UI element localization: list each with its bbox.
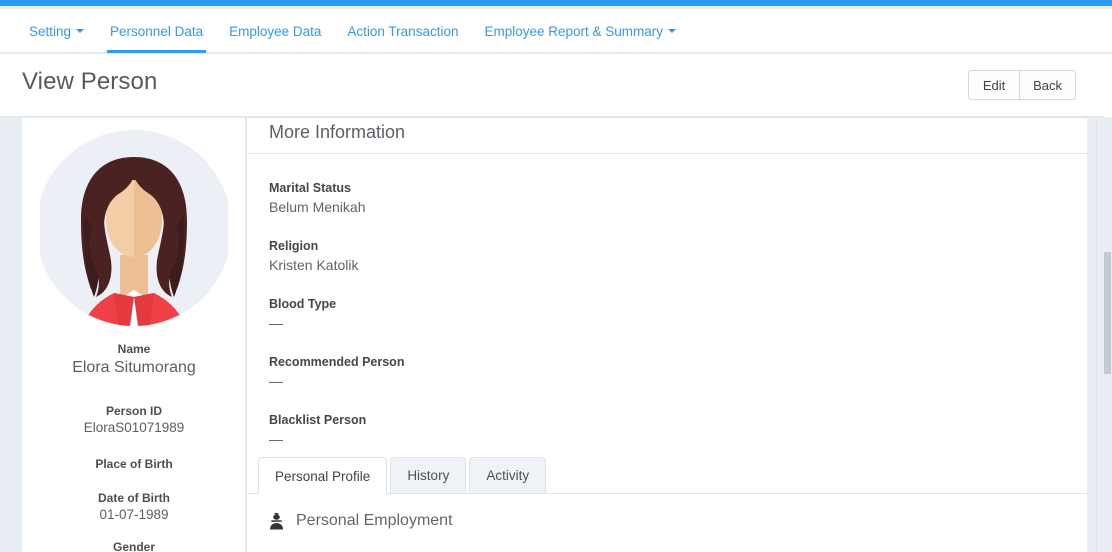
scrollbar-thumb[interactable] <box>1104 252 1111 374</box>
info-value: Belum Menikah <box>269 199 366 215</box>
profile-sidebar: Name Elora Situmorang Person ID EloraS01… <box>22 118 246 552</box>
chevron-down-icon <box>668 29 677 33</box>
chevron-down-icon <box>76 29 85 33</box>
personal-employment-section: Personal Employment <box>247 506 1087 536</box>
app-root: Setting Personnel Data Employee Data Act… <box>0 0 1112 552</box>
page-title: View Person <box>22 68 158 95</box>
info-field-religion: Religion Kristen Katolik <box>269 238 1087 274</box>
female-avatar-illustration-icon <box>40 130 228 326</box>
person-bust-icon <box>270 512 283 529</box>
header-right-filler <box>1104 54 1112 117</box>
info-field-marital-status: Marital Status Belum Menikah <box>269 180 1087 216</box>
tab-personal-profile[interactable]: Personal Profile <box>258 457 388 494</box>
section-title: Personal Employment <box>296 512 453 529</box>
vertical-scrollbar[interactable] <box>1096 117 1112 552</box>
nav-item-setting[interactable]: Setting <box>16 9 97 53</box>
nav-item-label: Setting <box>29 23 72 39</box>
profile-field-date-of-birth: Date of Birth 01-07-1989 <box>22 491 245 524</box>
info-value: Kristen Katolik <box>269 257 359 273</box>
nav-item-label: Action Transaction <box>347 23 459 39</box>
edit-button[interactable]: Edit <box>968 70 1021 100</box>
info-label: Blood Type <box>269 297 337 311</box>
field-label: Person ID <box>105 404 162 418</box>
nav-item-action-transaction[interactable]: Action Transaction <box>334 9 471 53</box>
nav-item-label: Employee Report & Summary <box>484 23 664 39</box>
navbar-items: Setting Personnel Data Employee Data Act… <box>0 9 1112 53</box>
nav-item-label: Personnel Data <box>110 23 204 39</box>
section-title-row: Personal Employment <box>247 506 1087 536</box>
page-header: View Person Edit Back <box>0 54 1104 117</box>
info-field-blood-type: Blood Type — <box>269 296 1087 332</box>
main-navbar: Setting Personnel Data Employee Data Act… <box>0 9 1112 53</box>
info-value: — <box>269 373 283 389</box>
field-label: Date of Birth <box>98 491 170 505</box>
tab-activity[interactable]: Activity <box>469 457 547 493</box>
field-value: EloraS01071989 <box>83 420 185 435</box>
nav-item-employee-data[interactable]: Employee Data <box>216 9 334 53</box>
info-field-blacklist-person: Blacklist Person — <box>269 412 1087 448</box>
back-button[interactable]: Back <box>1020 70 1076 100</box>
profile-field-place-of-birth: Place of Birth <box>22 457 245 472</box>
tab-history[interactable]: History <box>390 457 467 493</box>
nav-item-personnel-data[interactable]: Personnel Data <box>97 9 216 53</box>
field-label: Place of Birth <box>95 457 173 471</box>
profile-field-gender: Gender <box>22 540 245 552</box>
info-label: Blacklist Person <box>269 413 367 427</box>
info-field-recommended-person: Recommended Person — <box>269 354 1087 390</box>
info-label: Religion <box>269 239 319 253</box>
more-information-fields: Marital Status Belum Menikah Religion Kr… <box>247 154 1087 448</box>
profile-field-person-id: Person ID EloraS01071989 <box>22 404 245 437</box>
main-content-panel: More Information Marital Status Belum Me… <box>246 117 1087 552</box>
more-information-title: More Information <box>247 118 1087 154</box>
field-label: Gender <box>112 540 155 552</box>
avatar <box>40 127 228 332</box>
field-value: 01-07-1989 <box>99 507 169 522</box>
header-action-buttons: Edit Back <box>968 70 1076 100</box>
nav-item-employee-report-summary[interactable]: Employee Report & Summary <box>471 9 689 53</box>
profile-field-name: Name Elora Situmorang <box>22 342 245 378</box>
info-label: Recommended Person <box>269 355 405 369</box>
profile-tabs: Personal Profile History Activity <box>247 457 1087 494</box>
info-value: — <box>269 315 283 331</box>
info-label: Marital Status <box>269 181 351 195</box>
field-label: Name <box>117 342 151 356</box>
scrollbar-gutter <box>1087 117 1096 552</box>
field-value: Elora Situmorang <box>72 359 196 376</box>
info-value: — <box>269 431 283 447</box>
nav-item-label: Employee Data <box>229 23 322 39</box>
